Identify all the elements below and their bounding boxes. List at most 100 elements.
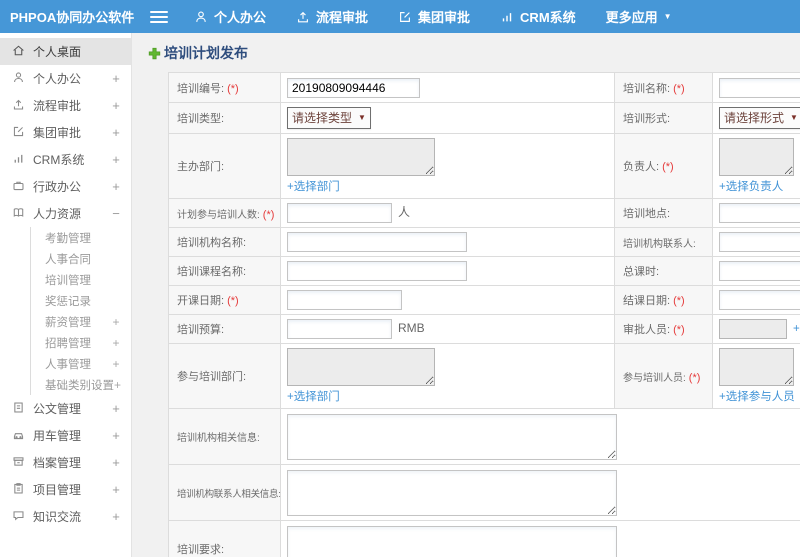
course-name-input[interactable] [287,261,467,281]
expand-icon[interactable]: + [111,98,121,113]
expand-icon[interactable]: + [111,179,121,194]
expand-icon[interactable]: + [111,125,121,140]
sidebar-item-group-approval[interactable]: 集团审批 + [0,119,131,146]
field-label: 培训形式: [614,102,713,134]
expand-icon[interactable]: + [111,357,121,371]
sidebar-subitem-recruit[interactable]: 招聘管理 + [31,332,131,353]
field-label: 参与培训部门: [168,343,281,409]
plus-icon [148,47,161,60]
collapse-icon[interactable]: − [111,206,121,221]
field-label: 计划参与培训人数: (*) [168,198,281,228]
nav-personal-office[interactable]: 个人办公 [194,7,266,26]
expand-icon[interactable]: + [111,428,121,443]
caret-down-icon: ▼ [358,112,366,122]
nav-more-apps[interactable]: 更多应用 ▼ [606,7,672,26]
nav-flow-approval[interactable]: 流程审批 [296,7,368,26]
sidebar-item-flow-approval[interactable]: 流程审批 + [0,92,131,119]
bar-chart-icon [500,10,514,24]
expand-icon[interactable]: + [111,482,121,497]
required-mark: (*) [227,82,239,95]
archive-icon [12,455,25,471]
org-info-textarea[interactable] [287,413,617,460]
expand-icon[interactable]: + [111,509,121,524]
org-contact-input[interactable] [719,232,800,252]
training-name-input[interactable] [719,77,800,98]
budget-input[interactable] [287,319,392,339]
expand-icon[interactable]: + [111,315,121,329]
sidebar-subitem-rewards[interactable]: 奖惩记录 [31,290,131,311]
expand-icon[interactable]: + [111,401,121,416]
select-dept-link[interactable]: +选择部门 [287,181,340,193]
required-mark: (*) [673,295,685,307]
host-dept-textarea[interactable] [287,138,435,176]
field-label: 培训机构名称: [168,227,281,257]
form-row: 培训要求: [168,520,800,557]
form-row: 培训机构名称: 培训机构联系人: [168,227,800,257]
select-leader-link[interactable]: +选择负责人 [719,181,783,193]
training-number-input[interactable] [287,77,420,98]
expand-icon[interactable]: + [111,71,121,86]
join-people-textarea[interactable] [719,348,794,386]
select-approver-link[interactable]: +选择审批人员 [793,323,800,335]
participant-count-input[interactable] [287,203,392,223]
field-label: 培训机构相关信息: [168,408,281,465]
select-dept-link[interactable]: +选择部门 [287,391,340,403]
field-label: 培训机构联系人相关信息: [168,464,281,521]
form-row: 培训机构联系人相关信息: [168,464,800,521]
expand-icon[interactable]: + [114,378,121,392]
field-label: 结课日期: (*) [614,285,713,315]
training-type-select[interactable]: 请选择类型 ▼ [287,107,371,129]
form-row: 培训预算: RMB 审批人员:(*) +选择审批人员 [168,314,800,344]
flow-approval-icon [12,98,25,114]
sidebar-item-personal-office[interactable]: 个人办公 + [0,65,131,92]
sidebar-subitem-hr-contract[interactable]: 人事合同 [31,248,131,269]
required-mark: (*) [227,295,239,307]
total-hours-input[interactable] [719,261,800,281]
sidebar-item-project[interactable]: 项目管理 + [0,476,131,503]
sidebar-subitem-salary[interactable]: 薪资管理 + [31,311,131,332]
select-participants-link[interactable]: +选择参与人员 [719,391,795,403]
leader-textarea[interactable] [719,138,794,176]
training-place-input[interactable] [719,203,800,223]
end-date-input[interactable] [719,290,800,310]
nav-crm[interactable]: CRM系统 [500,7,576,26]
sidebar-item-archive[interactable]: 档案管理 + [0,449,131,476]
required-mark: (*) [262,208,275,221]
sidebar-item-hr[interactable]: 人力资源 − [0,200,131,227]
field-label: 培训地点: [614,198,713,228]
expand-icon[interactable]: + [111,455,121,470]
field-label: 参与培训人员: (*) [614,343,713,409]
nav-group-approval[interactable]: 集团审批 [398,7,470,26]
sidebar-subitem-base-category[interactable]: 基础类别设置 + [31,374,131,395]
field-label: 培训类型: [168,102,281,134]
field-label: 培训名称: (*) [614,72,713,103]
sidebar-subitem-training[interactable]: 培训管理 [31,269,131,290]
sidebar-item-crm[interactable]: CRM系统 + [0,146,131,173]
sidebar-item-vehicle[interactable]: 用车管理 + [0,422,131,449]
sidebar-item-knowledge[interactable]: 知识交流 + [0,503,131,530]
approver-input[interactable] [719,319,787,339]
training-mode-select[interactable]: 请选择形式 ▼ [719,107,800,129]
form-row: 开课日期: (*) 结课日期: (*) [168,285,800,315]
top-nav: 个人办公 流程审批 集团审批 CRM系统 更多应用 ▼ [194,7,672,26]
unit-label: 人 [398,205,411,220]
contact-info-textarea[interactable] [287,469,617,516]
sidebar-subitem-personnel[interactable]: 人事管理 + [31,353,131,374]
user-icon [194,10,208,24]
expand-icon[interactable]: + [111,152,121,167]
form-row: 培训课程名称: 总课时: [168,256,800,286]
org-name-input[interactable] [287,232,467,252]
sidebar-item-desktop[interactable]: 个人桌面 [0,38,131,65]
page-title: 培训计划发布 [148,43,800,63]
requirement-textarea[interactable] [287,525,617,557]
field-label: 负责人: (*) [614,133,713,199]
expand-icon[interactable]: + [111,336,121,350]
sidebar-item-label: 个人桌面 [33,45,82,59]
join-dept-textarea[interactable] [287,348,435,386]
sidebar-item-official-doc[interactable]: 公文管理 + [0,395,131,422]
sidebar-item-admin-office[interactable]: 行政办公 + [0,173,131,200]
caret-down-icon: ▼ [663,11,672,21]
sidebar-subitem-attendance[interactable]: 考勤管理 [31,227,131,248]
menu-icon[interactable] [150,10,168,23]
start-date-input[interactable] [287,290,402,310]
